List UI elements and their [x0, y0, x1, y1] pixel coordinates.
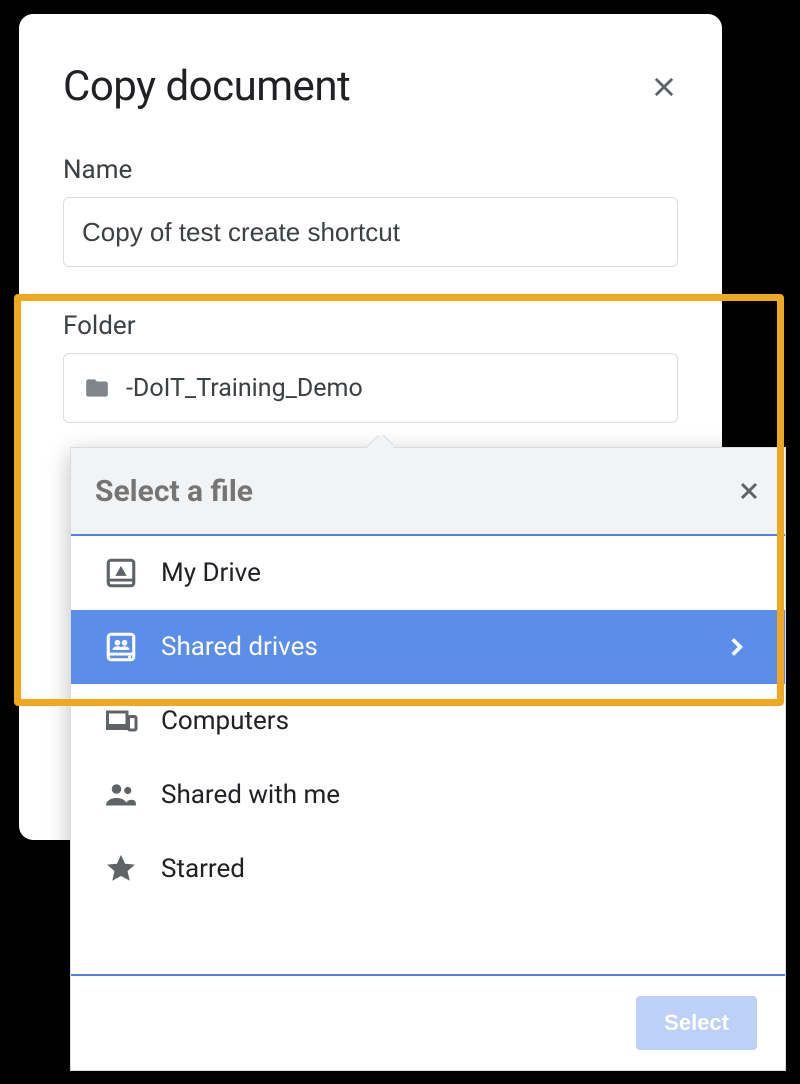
- folder-field-group: Folder -DoIT_Training_Demo: [63, 311, 678, 423]
- picker-item-my-drive[interactable]: My Drive: [71, 536, 785, 610]
- picker-item-label: Shared with me: [161, 780, 749, 810]
- shared-drives-icon: [103, 629, 139, 665]
- select-button[interactable]: Select: [636, 996, 757, 1050]
- picker-item-computers[interactable]: Computers: [71, 684, 785, 758]
- folder-label: Folder: [63, 311, 678, 341]
- picker-caret: [367, 435, 393, 448]
- dialog-title: Copy document: [63, 62, 350, 111]
- file-picker: Select a file My Drive: [70, 447, 786, 1071]
- picker-item-shared-with-me[interactable]: Shared with me: [71, 758, 785, 832]
- picker-title: Select a file: [95, 474, 253, 509]
- picker-header: Select a file: [71, 448, 785, 536]
- drive-icon: [103, 555, 139, 591]
- picker-list: My Drive Shared drives: [71, 536, 785, 974]
- name-field-group: Name: [63, 155, 678, 267]
- close-icon[interactable]: [650, 73, 678, 101]
- picker-item-shared-drives[interactable]: Shared drives: [71, 610, 785, 684]
- computers-icon: [103, 703, 139, 739]
- picker-item-label: Shared drives: [161, 632, 701, 662]
- close-icon[interactable]: [737, 479, 761, 503]
- folder-input[interactable]: -DoIT_Training_Demo: [63, 353, 678, 423]
- folder-value: -DoIT_Training_Demo: [126, 374, 363, 403]
- star-icon: [103, 851, 139, 887]
- dialog-header: Copy document: [63, 62, 678, 111]
- picker-footer: Select: [71, 974, 785, 1070]
- picker-item-label: Starred: [161, 854, 749, 884]
- shared-with-me-icon: [103, 777, 139, 813]
- picker-item-starred[interactable]: Starred: [71, 832, 785, 906]
- chevron-right-icon: [723, 634, 749, 660]
- folder-icon: [82, 375, 112, 401]
- picker-item-label: Computers: [161, 706, 749, 736]
- picker-item-label: My Drive: [161, 558, 749, 588]
- name-input[interactable]: [63, 197, 678, 267]
- name-label: Name: [63, 155, 678, 185]
